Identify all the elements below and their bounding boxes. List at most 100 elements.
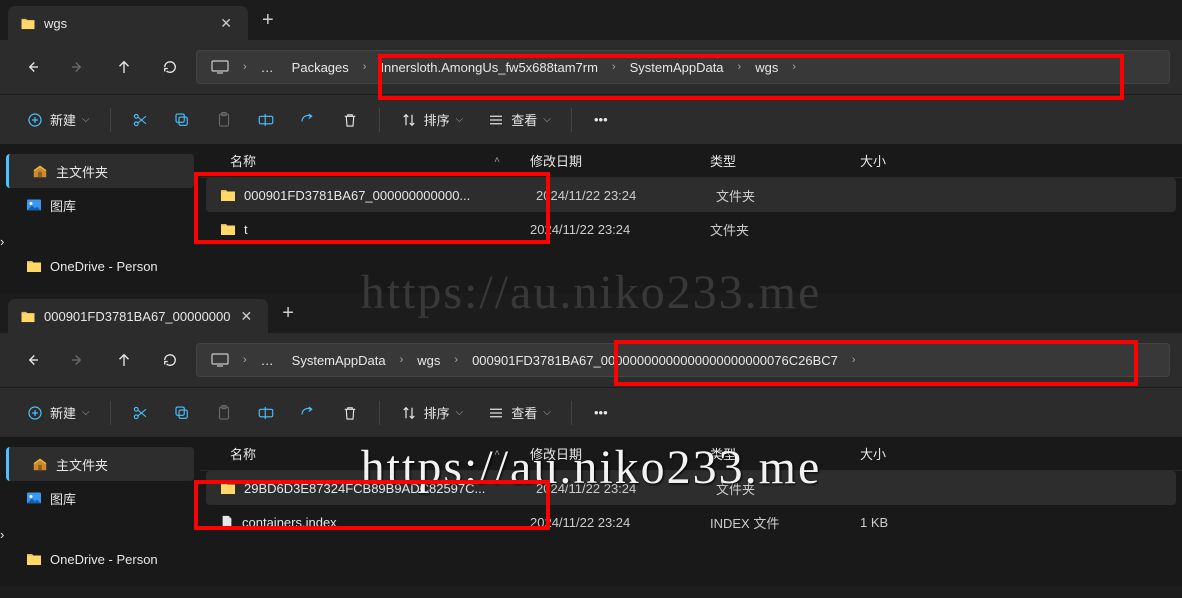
chevron-right-icon[interactable]: › (396, 354, 408, 366)
file-name: 000901FD3781BA67_000000000000... (244, 188, 470, 203)
paste-button[interactable] (205, 395, 243, 431)
chevron-down-icon: ⌵ (82, 114, 90, 125)
file-name: 29BD6D3E87324FCB89B9ADC82597C... (244, 481, 485, 496)
col-name[interactable]: 名称˄ (200, 151, 530, 170)
col-type[interactable]: 类型 (710, 151, 860, 170)
new-tab-button[interactable]: + (248, 9, 288, 32)
share-icon (299, 111, 317, 129)
chevron-right-icon[interactable]: › (239, 61, 251, 73)
forward-button[interactable] (58, 342, 98, 378)
refresh-button[interactable] (150, 342, 190, 378)
breadcrumb-seg[interactable]: wgs (747, 51, 786, 83)
sort-button[interactable]: 排序 ⌵ (390, 102, 474, 138)
sort-label: 排序 (424, 110, 450, 129)
chevron-right-icon[interactable]: › (734, 61, 746, 73)
address-bar[interactable]: › … SystemAppData › wgs › 000901FD3781BA… (196, 343, 1170, 377)
folder-icon (20, 17, 36, 30)
expand-icon[interactable]: › (0, 234, 4, 249)
close-tab-button[interactable]: ✕ (239, 306, 255, 327)
paste-button[interactable] (205, 102, 243, 138)
sidebar-item-onedrive[interactable]: OneDrive - Person (0, 542, 200, 576)
sidebar-item-onedrive[interactable]: OneDrive - Person (0, 249, 200, 283)
more-button[interactable]: ••• (582, 102, 620, 138)
chevron-right-icon[interactable]: › (239, 354, 251, 366)
back-button[interactable] (12, 342, 52, 378)
refresh-button[interactable] (150, 49, 190, 85)
breadcrumb-seg[interactable]: wgs (409, 344, 448, 376)
col-size[interactable]: 大小 (860, 444, 980, 463)
new-tab-button[interactable]: + (268, 302, 308, 325)
breadcrumb-seg[interactable]: SystemAppData (622, 51, 732, 83)
more-button[interactable]: ••• (582, 395, 620, 431)
arrow-left-icon (23, 351, 41, 369)
chevron-right-icon[interactable]: › (359, 61, 371, 73)
sidebar-item-gallery[interactable]: 图库 (0, 481, 200, 515)
pc-icon-seg[interactable] (203, 344, 237, 376)
cut-button[interactable] (121, 102, 159, 138)
arrow-right-icon (69, 58, 87, 76)
chevron-down-icon: ⌵ (456, 407, 464, 418)
folder-icon (26, 551, 42, 567)
sort-icon (400, 111, 418, 129)
rename-icon (257, 404, 275, 422)
command-bar: 新建 ⌵ 排序 ⌵ 查看 ⌵ ••• (0, 94, 1182, 144)
view-icon (487, 404, 505, 422)
tab-active[interactable]: wgs ✕ (8, 6, 248, 40)
sidebar-label: OneDrive - Person (50, 552, 158, 567)
file-row[interactable]: t2024/11/22 23:24文件夹 (200, 212, 1182, 246)
new-label: 新建 (50, 403, 76, 422)
sidebar-item-home[interactable]: 主文件夹 (6, 447, 194, 481)
share-button[interactable] (289, 395, 327, 431)
new-button[interactable]: 新建 ⌵ (16, 395, 100, 431)
file-row[interactable]: 29BD6D3E87324FCB89B9ADC82597C...2024/11/… (206, 471, 1176, 505)
tab-bar: wgs ✕ + (0, 0, 1182, 40)
view-button[interactable]: 查看 ⌵ (477, 395, 561, 431)
sidebar-label: 主文件夹 (56, 455, 108, 474)
folder-icon (220, 222, 236, 236)
breadcrumb-ellipsis[interactable]: … (253, 344, 282, 376)
breadcrumb-seg[interactable]: 000901FD3781BA67_00000000000000000000000… (464, 344, 846, 376)
view-label: 查看 (511, 110, 537, 129)
address-bar[interactable]: › … Packages › Innersloth.AmongUs_fw5x68… (196, 50, 1170, 84)
sort-button[interactable]: 排序 ⌵ (390, 395, 474, 431)
rename-icon (257, 111, 275, 129)
rename-button[interactable] (247, 102, 285, 138)
close-tab-button[interactable]: ✕ (218, 13, 234, 34)
delete-button[interactable] (331, 102, 369, 138)
breadcrumb-seg[interactable]: Packages (284, 51, 357, 83)
col-date[interactable]: 修改日期 (530, 151, 710, 170)
file-row[interactable]: containers.index2024/11/22 23:24INDEX 文件… (200, 505, 1182, 539)
expand-icon[interactable]: › (0, 527, 4, 542)
cut-button[interactable] (121, 395, 159, 431)
chevron-right-icon[interactable]: › (788, 61, 800, 73)
up-button[interactable] (104, 342, 144, 378)
file-row[interactable]: 000901FD3781BA67_000000000000...2024/11/… (206, 178, 1176, 212)
delete-button[interactable] (331, 395, 369, 431)
chevron-right-icon[interactable]: › (608, 61, 620, 73)
sidebar-item-gallery[interactable]: 图库 (0, 188, 200, 222)
breadcrumb-seg[interactable]: Innersloth.AmongUs_fw5x688tam7rm (372, 51, 606, 83)
breadcrumb-ellipsis[interactable]: … (253, 51, 282, 83)
share-button[interactable] (289, 102, 327, 138)
col-type[interactable]: 类型 (710, 444, 860, 463)
col-name[interactable]: 名称˄ (200, 444, 530, 463)
chevron-right-icon[interactable]: › (450, 354, 462, 366)
new-button[interactable]: 新建 ⌵ (16, 102, 100, 138)
breadcrumb-seg[interactable]: SystemAppData (284, 344, 394, 376)
copy-button[interactable] (163, 102, 201, 138)
forward-button[interactable] (58, 49, 98, 85)
col-size[interactable]: 大小 (860, 151, 980, 170)
file-date: 2024/11/22 23:24 (530, 515, 710, 530)
rename-button[interactable] (247, 395, 285, 431)
tab-active[interactable]: 000901FD3781BA67_00000000 ✕ (8, 299, 268, 333)
folder-icon (220, 188, 236, 202)
sidebar-item-home[interactable]: 主文件夹 (6, 154, 194, 188)
view-button[interactable]: 查看 ⌵ (477, 102, 561, 138)
up-button[interactable] (104, 49, 144, 85)
chevron-right-icon[interactable]: › (848, 354, 860, 366)
copy-button[interactable] (163, 395, 201, 431)
back-button[interactable] (12, 49, 52, 85)
pc-icon-seg[interactable] (203, 51, 237, 83)
col-date[interactable]: 修改日期 (530, 444, 710, 463)
nav-bar: › … Packages › Innersloth.AmongUs_fw5x68… (0, 40, 1182, 94)
